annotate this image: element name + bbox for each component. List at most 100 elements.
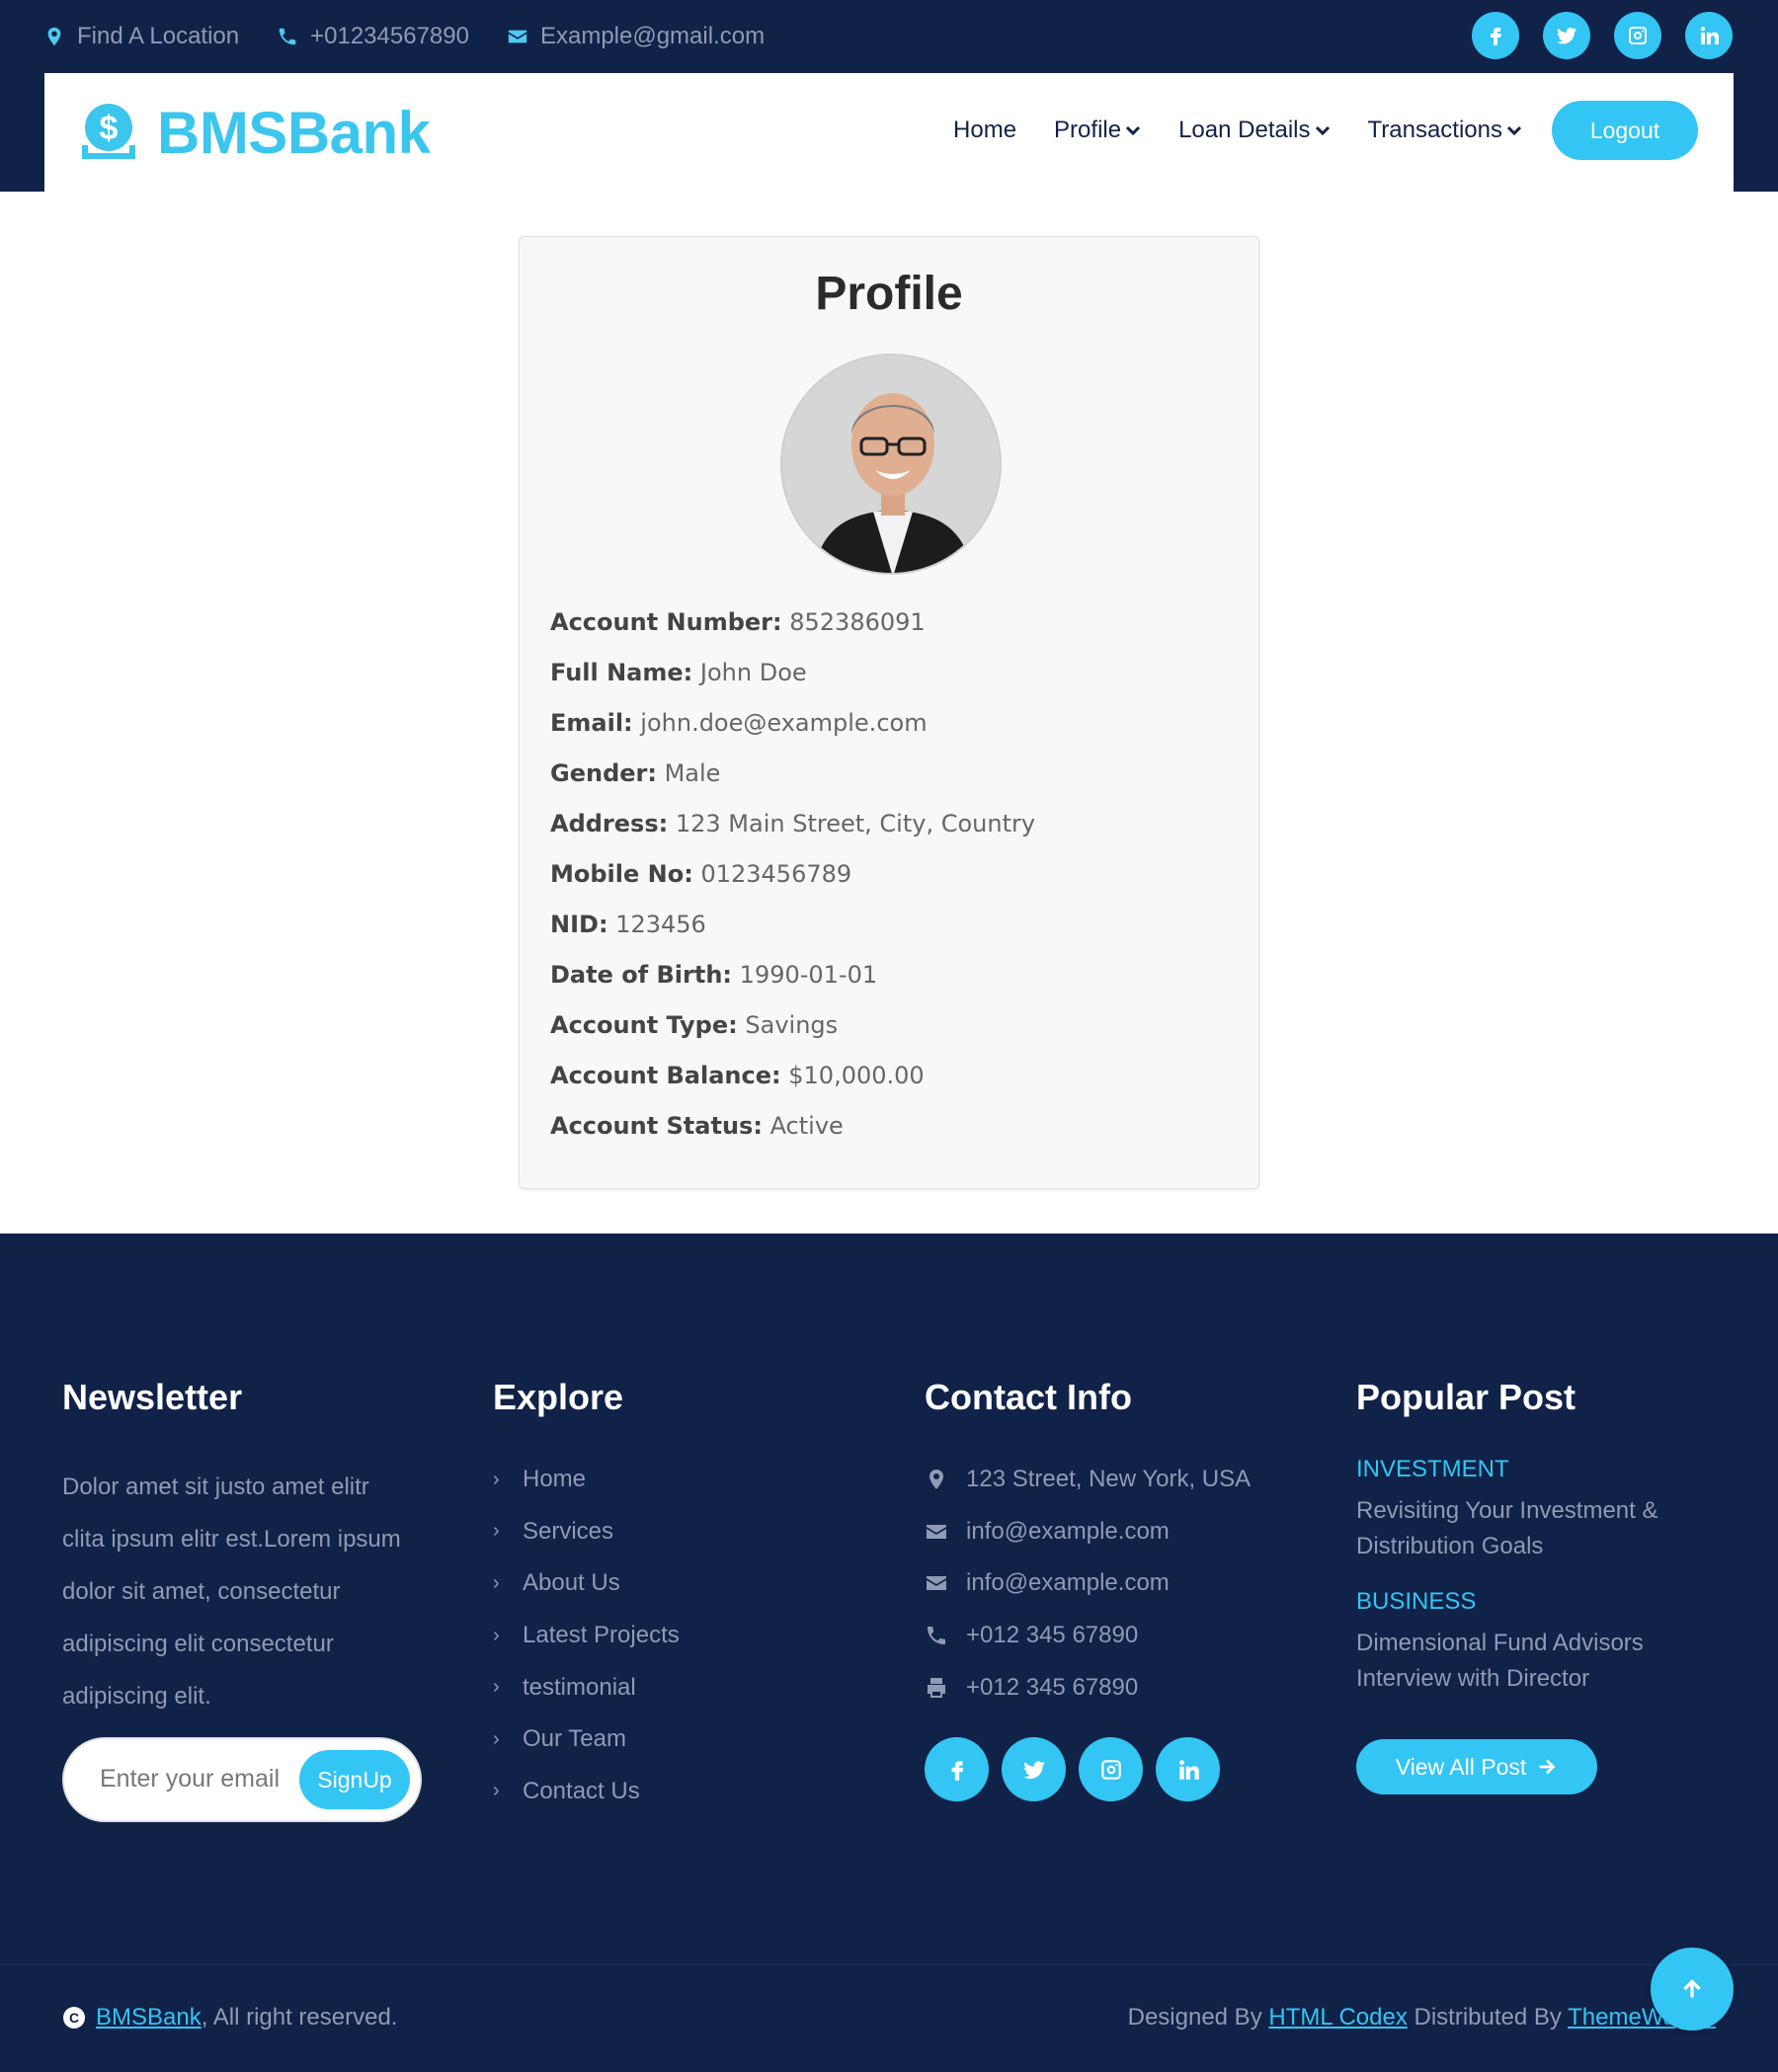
chevron-right-icon: › (493, 1780, 500, 1802)
post-category[interactable]: INVESTMENT (1356, 1456, 1712, 1483)
field-account-number: Account Number: 852386091 (550, 608, 926, 636)
user-photo (782, 356, 1000, 573)
profile-fields: Account Number: 852386091 Full Name: Joh… (550, 604, 1035, 1158)
contact-address: 123 Street, New York, USA (925, 1454, 1251, 1506)
contact-list: 123 Street, New York, USA info@example.c… (925, 1454, 1251, 1713)
map-marker-icon (929, 1470, 943, 1490)
footer-link-testimonial[interactable]: › testimonial (493, 1661, 680, 1713)
footer-link-about[interactable]: › About Us (493, 1557, 680, 1610)
nav-loan-label: Loan Details (1178, 117, 1311, 143)
back-to-top-button[interactable] (1651, 1948, 1734, 2031)
signup-button[interactable]: SignUp (299, 1750, 410, 1809)
logout-button[interactable]: Logout (1552, 101, 1698, 160)
profile-card: Profile Account Number: 852386091 Full N… (519, 236, 1259, 1189)
facebook-icon (1491, 28, 1501, 45)
contact-title: Contact Info (925, 1377, 1132, 1417)
nav-home[interactable]: Home (953, 117, 1016, 144)
copyright-text: , All right reserved. (201, 2004, 398, 2031)
field-address: Address: 123 Main Street, City, Country (550, 810, 1036, 837)
chevron-down-icon (1506, 125, 1522, 136)
envelope-icon (508, 30, 527, 43)
footer: Newsletter Dolor amet sit justo amet eli… (0, 1234, 1778, 2072)
location-text: Find A Location (77, 23, 240, 49)
email-item[interactable]: Example@gmail.com (507, 23, 765, 50)
post-title[interactable]: Revisiting Your Investment & Distributio… (1356, 1493, 1712, 1564)
footer-linkedin-button[interactable] (1156, 1737, 1220, 1801)
twitter-button[interactable] (1543, 12, 1590, 59)
field-mobile: Mobile No: 0123456789 (550, 860, 852, 888)
linkedin-icon (1700, 27, 1719, 44)
view-all-post-button[interactable]: View All Post (1356, 1739, 1597, 1794)
phone-item[interactable]: +01234567890 (277, 23, 469, 50)
post-category[interactable]: BUSINESS (1356, 1588, 1712, 1616)
post-title[interactable]: Dimensional Fund Advisors Interview with… (1356, 1626, 1712, 1697)
avatar (780, 354, 1002, 575)
nav-transactions-label: Transactions (1367, 117, 1503, 143)
phone-icon (279, 28, 296, 45)
footer-link-projects[interactable]: › Latest Projects (493, 1610, 680, 1662)
top-social-links (1472, 12, 1733, 59)
footer-link-contact[interactable]: › Contact Us (493, 1766, 680, 1818)
popular-post-column: Popular Post (1356, 1377, 1576, 1418)
chevron-right-icon: › (493, 1520, 500, 1543)
footer-divider (0, 1964, 1778, 1965)
nav-profile-label: Profile (1054, 117, 1122, 143)
phone-text: +01234567890 (310, 23, 469, 49)
footer-instagram-button[interactable] (1079, 1737, 1143, 1801)
newsletter-title: Newsletter (62, 1377, 243, 1417)
newsletter-text: Dolor amet sit justo amet elitr clita ip… (62, 1474, 401, 1710)
map-marker-icon (47, 27, 61, 46)
contact-email-2[interactable]: info@example.com (925, 1557, 1251, 1610)
instagram-icon (1100, 1759, 1121, 1780)
footer-link-team[interactable]: › Our Team (493, 1713, 680, 1766)
field-email: Email: john.doe@example.com (550, 709, 928, 737)
footer-link-home[interactable]: › Home (493, 1454, 680, 1506)
nav-home-label: Home (953, 117, 1017, 143)
top-bar: Find A Location +01234567890 Example@gma… (0, 0, 1778, 192)
phone-icon (928, 1627, 945, 1645)
facebook-button[interactable] (1472, 12, 1519, 59)
copyright: C BMSBank, All right reserved. (62, 2004, 397, 2032)
main-navbar: $ BMSBank Home Profile Loan Details Tran… (44, 73, 1734, 192)
field-dob: Date of Birth: 1990-01-01 (550, 961, 878, 989)
newsletter-column: Newsletter (62, 1377, 242, 1418)
chevron-right-icon: › (493, 1571, 500, 1594)
contact-email-1[interactable]: info@example.com (925, 1506, 1251, 1558)
svg-text:$: $ (100, 110, 119, 147)
svg-text:C: C (69, 2010, 79, 2026)
explore-column: Explore (493, 1377, 623, 1418)
email-text: Example@gmail.com (539, 23, 766, 49)
field-gender: Gender: Male (550, 759, 721, 787)
instagram-button[interactable] (1614, 12, 1661, 59)
field-account-balance: Account Balance: $10,000.00 (550, 1062, 925, 1089)
nav-profile[interactable]: Profile (1054, 117, 1141, 144)
field-account-type: Account Type: Savings (550, 1011, 839, 1039)
arrow-up-icon (1683, 1979, 1701, 1998)
bank-dollar-icon: $ (82, 103, 135, 159)
nav-menu: Home Profile Loan Details Transactions L… (953, 101, 1698, 160)
brand-name: BMSBank (157, 100, 431, 166)
instagram-icon (1629, 27, 1647, 44)
popular-post-list: INVESTMENT Revisiting Your Investment & … (1356, 1456, 1712, 1697)
envelope-icon (927, 1524, 946, 1539)
contact-column: Contact Info (925, 1377, 1132, 1418)
copyright-icon: C (63, 2007, 85, 2029)
explore-links: › Home › Services › About Us › Latest Projec… (493, 1454, 680, 1817)
designer-link[interactable]: HTML Codex (1268, 2004, 1407, 2031)
copyright-brand-link[interactable]: BMSBank (96, 2004, 202, 2031)
chevron-down-icon (1315, 125, 1330, 136)
location-item[interactable]: Find A Location (43, 23, 239, 50)
nav-transactions[interactable]: Transactions (1368, 117, 1523, 144)
chevron-down-icon (1126, 125, 1141, 136)
brand-logo[interactable]: $ BMSBank (78, 99, 431, 167)
nav-loan-details[interactable]: Loan Details (1178, 117, 1330, 144)
footer-facebook-button[interactable] (925, 1737, 989, 1801)
footer-link-services[interactable]: › Services (493, 1506, 680, 1558)
linkedin-button[interactable] (1685, 12, 1733, 59)
chevron-right-icon: › (493, 1624, 500, 1646)
top-contact-info: Find A Location +01234567890 Example@gma… (43, 20, 765, 53)
contact-phone[interactable]: +012 345 67890 (925, 1610, 1251, 1662)
newsletter-email-input[interactable]: Enter your email (100, 1765, 297, 1793)
field-account-status: Account Status: Active (550, 1112, 844, 1140)
footer-twitter-button[interactable] (1002, 1737, 1066, 1801)
